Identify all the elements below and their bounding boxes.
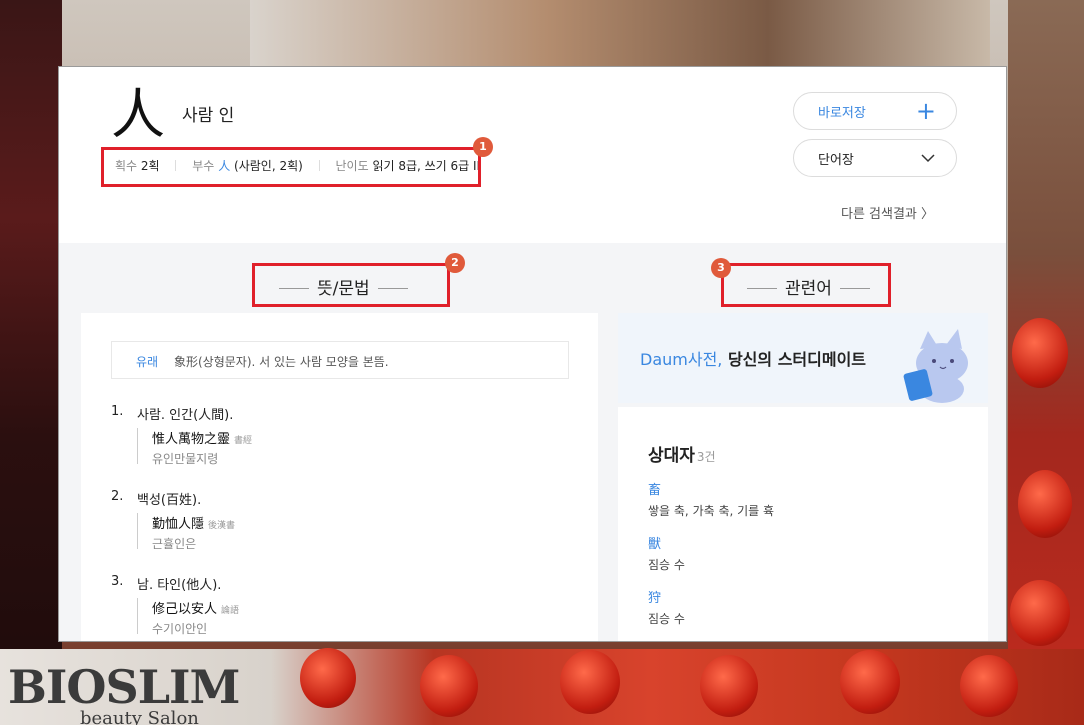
- hanja-character: 人: [111, 83, 165, 146]
- meaning-definition: 백성(百姓).: [137, 493, 202, 508]
- example-hanja: 修己以安人 論語: [152, 598, 239, 617]
- related-meaning: 짐승 수: [648, 558, 685, 572]
- promo-banner[interactable]: Daum사전, 당신의 스터디메이트: [618, 313, 988, 403]
- lantern: [420, 655, 478, 717]
- quick-save-label: 바로저장: [818, 106, 866, 121]
- example-hanja: 勤恤人隱 後漢書: [152, 513, 235, 532]
- banner-brand: Daum사전,: [640, 350, 723, 369]
- example-reading: 유인만물지령: [152, 452, 219, 466]
- lantern: [960, 655, 1018, 717]
- meaning-example: 惟人萬物之靈 書經 유인만물지령: [137, 428, 252, 466]
- lantern: [1018, 470, 1072, 538]
- salon-sign: BIOSLIM: [8, 660, 240, 714]
- cat-mascot-icon: [903, 329, 968, 403]
- annotation-badge-1: 1: [473, 137, 493, 157]
- example-source: 後漢書: [208, 521, 236, 531]
- chevron-right-icon: 〉: [921, 207, 935, 222]
- example-hanja-text[interactable]: 惟人萬物之靈: [152, 432, 230, 447]
- quick-save-button[interactable]: 바로저장 +: [793, 92, 957, 130]
- lantern: [840, 650, 900, 714]
- dictionary-panel: 人 사람 인 획수 2획 부수 人 (사람인, 2획) 난이도 읽기 8급, 쓰…: [58, 66, 1007, 642]
- related-item[interactable]: 獸 짐승 수: [648, 533, 685, 573]
- example-hanja-text[interactable]: 勤恤人隱: [152, 517, 204, 532]
- meaning-definition: 사람. 인간(人間).: [137, 408, 234, 423]
- entry-header: 人 사람 인 획수 2획 부수 人 (사람인, 2획) 난이도 읽기 8급, 쓰…: [59, 67, 1006, 243]
- meaning-card: 유래 象形(상형문자). 서 있는 사람 모양을 본뜸. 1. 사람. 인간(人…: [81, 313, 598, 641]
- related-item[interactable]: 畜 쌓을 축, 가축 축, 기를 휵: [648, 479, 774, 519]
- origin-text: 象形(상형문자). 서 있는 사람 모양을 본뜸.: [174, 355, 389, 369]
- origin-box: 유래 象形(상형문자). 서 있는 사람 모양을 본뜸.: [111, 341, 569, 379]
- annotation-badge-3: 3: [711, 258, 731, 278]
- related-char[interactable]: 獸: [648, 533, 685, 552]
- vocabulary-label: 단어장: [818, 153, 854, 168]
- related-meaning: 쌓을 축, 가축 축, 기를 휵: [648, 504, 775, 518]
- meaning-number: 1.: [111, 404, 124, 419]
- related-card: 상대자 3건 畜 쌓을 축, 가축 축, 기를 휵 獸 짐승 수 狩 짐승 수: [618, 407, 988, 641]
- example-source: 論語: [221, 606, 240, 616]
- origin-label: 유래: [136, 355, 159, 369]
- background-left-signs: [0, 0, 62, 725]
- highlight-box-2: [252, 263, 450, 307]
- lantern: [1012, 318, 1068, 388]
- related-heading: 상대자 3건: [648, 441, 716, 466]
- meaning-example: 修己以安人 論語 수기이안인: [137, 598, 239, 636]
- meaning-number: 2.: [111, 489, 124, 504]
- highlight-box-1: [101, 147, 481, 187]
- example-hanja: 惟人萬物之靈 書經: [152, 428, 252, 447]
- highlight-box-3: [721, 263, 891, 307]
- related-meaning: 짐승 수: [648, 612, 685, 626]
- lantern: [560, 650, 620, 714]
- example-reading: 수기이안인: [152, 622, 208, 636]
- chevron-down-icon: [921, 154, 935, 163]
- example-reading: 근휼인은: [152, 537, 197, 551]
- lantern: [700, 655, 758, 717]
- vocabulary-dropdown[interactable]: 단어장: [793, 139, 957, 177]
- lantern: [300, 648, 356, 708]
- related-heading-text: 상대자: [648, 446, 695, 466]
- lantern: [1010, 580, 1070, 646]
- salon-sign-sub: beauty Salon: [80, 708, 199, 725]
- plus-icon: +: [915, 97, 936, 125]
- banner-text: Daum사전, 당신의 스터디메이트: [640, 346, 866, 370]
- related-item[interactable]: 狩 짐승 수: [648, 587, 685, 627]
- meaning-number: 3.: [111, 574, 124, 589]
- related-char[interactable]: 狩: [648, 587, 685, 606]
- annotation-badge-2: 2: [445, 253, 465, 273]
- example-hanja-text[interactable]: 修己以安人: [152, 602, 217, 617]
- banner-tagline: 당신의 스터디메이트: [722, 350, 867, 369]
- other-results-link[interactable]: 다른 검색결과 〉: [841, 203, 934, 222]
- meaning-example: 勤恤人隱 後漢書 근휼인은: [137, 513, 235, 551]
- other-results-label: 다른 검색결과: [841, 207, 917, 222]
- related-count: 3건: [696, 450, 716, 464]
- meaning-definition: 남. 타인(他人).: [137, 578, 222, 593]
- hanja-reading: 사람 인: [182, 106, 235, 126]
- related-char[interactable]: 畜: [648, 479, 774, 498]
- background-buildings: [250, 0, 990, 66]
- example-source: 書經: [234, 436, 253, 446]
